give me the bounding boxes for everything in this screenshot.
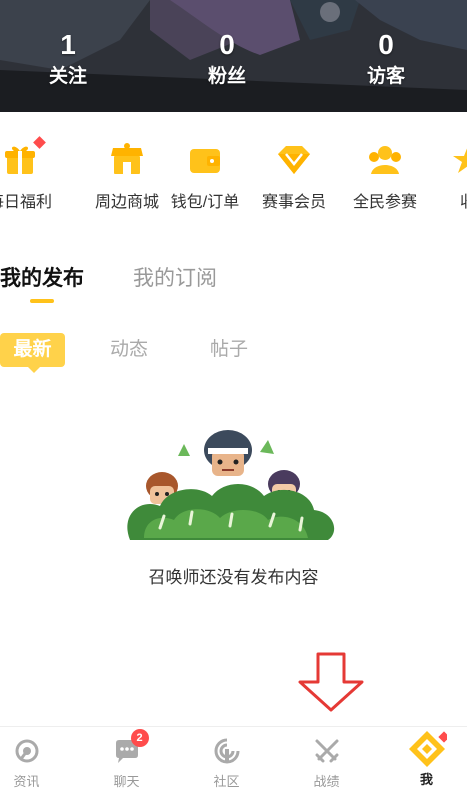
- followers-label: 粉丝: [207, 66, 246, 87]
- visitors-stat[interactable]: 0 访客: [336, 28, 436, 90]
- team-icon: [365, 140, 405, 180]
- feature-shortcuts: 每日福利 周边商城 钱包/订单: [0, 136, 467, 220]
- visitors-count: 0: [378, 29, 394, 60]
- community-icon: [213, 737, 241, 765]
- nav-label: 战绩: [313, 774, 340, 789]
- feature-all-participate[interactable]: 全民参赛: [337, 140, 433, 212]
- feature-daily-rewards[interactable]: 每日福利: [0, 136, 68, 212]
- nav-community[interactable]: 社区: [180, 727, 273, 791]
- empty-state-illustration: [127, 430, 335, 540]
- subtab-posts[interactable]: 帖子: [210, 336, 248, 364]
- diamond-icon: [274, 140, 314, 180]
- nav-chat[interactable]: 2 聊天: [80, 727, 173, 791]
- wallet-icon: [185, 140, 225, 180]
- me-icon: [407, 729, 450, 769]
- gift-icon: [0, 136, 46, 180]
- shop-icon: [107, 140, 147, 180]
- feature-label: 收: [420, 188, 467, 212]
- feature-favorites[interactable]: 收: [420, 140, 467, 212]
- followers-stat[interactable]: 0 粉丝: [177, 28, 277, 90]
- crossed-swords-icon: [313, 737, 341, 765]
- subtab-activity[interactable]: 动态: [110, 336, 148, 364]
- active-tab-indicator: [30, 299, 54, 303]
- nav-label: 资讯: [13, 774, 40, 789]
- nav-label: 聊天: [113, 774, 140, 789]
- feature-event-membership[interactable]: 赛事会员: [246, 140, 342, 212]
- followers-count: 0: [219, 29, 235, 60]
- nav-label: 我: [419, 772, 433, 787]
- pointer-arrow-icon: [298, 652, 364, 712]
- nav-label: 社区: [213, 774, 240, 789]
- chat-icon: 2: [113, 729, 149, 765]
- bottom-navigation: 资讯 2 聊天 社区 战绩 我: [0, 726, 467, 791]
- feature-label: 钱包/订单: [170, 194, 240, 211]
- nav-me[interactable]: 我: [380, 727, 467, 791]
- feature-label: 全民参赛: [352, 194, 417, 211]
- feature-label: 赛事会员: [261, 194, 326, 211]
- profile-banner: 1 关注 0 粉丝 0 访客: [0, 0, 467, 112]
- nav-stats[interactable]: 战绩: [280, 727, 373, 791]
- tab-my-subscriptions[interactable]: 我的订阅: [133, 264, 217, 294]
- feature-wallet-orders[interactable]: 钱包/订单: [157, 140, 253, 212]
- following-stat[interactable]: 1 关注: [18, 28, 118, 90]
- following-count: 1: [60, 29, 76, 60]
- unread-badge: 2: [130, 729, 149, 747]
- nav-news[interactable]: 资讯: [0, 727, 73, 791]
- tab-my-posts[interactable]: 我的发布: [0, 264, 84, 294]
- empty-state-message: 召唤师还没有发布内容: [148, 568, 319, 587]
- news-icon: [13, 737, 41, 765]
- subtab-latest[interactable]: 最新: [0, 333, 65, 373]
- favorite-icon: [448, 140, 467, 180]
- visitors-label: 访客: [366, 66, 405, 87]
- following-label: 关注: [48, 66, 87, 87]
- feature-label: 每日福利: [0, 194, 52, 211]
